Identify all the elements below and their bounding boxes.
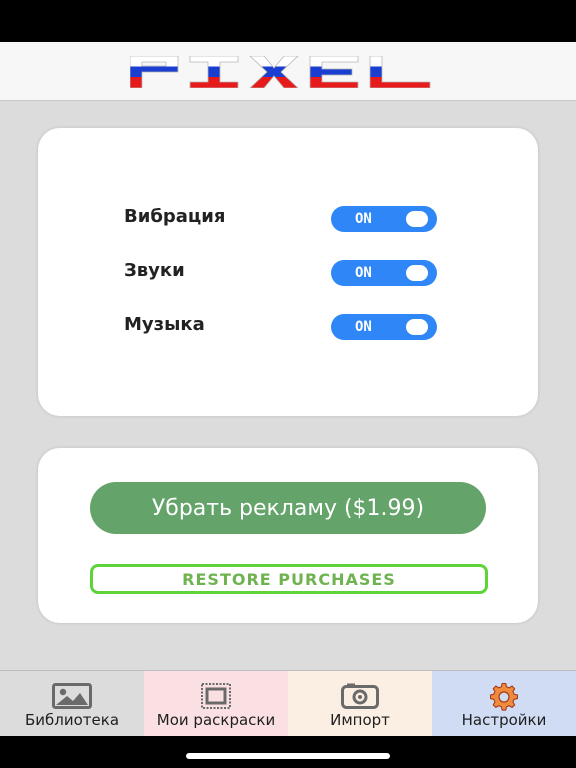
tab-my-colorings[interactable]: Мои раскраски bbox=[144, 671, 288, 737]
sounds-label: Звуки bbox=[124, 260, 185, 281]
toggle-knob bbox=[406, 265, 428, 281]
remove-ads-button[interactable]: Убрать рекламу ($1.99) bbox=[90, 482, 486, 534]
music-toggle[interactable]: ON bbox=[331, 314, 437, 340]
vibration-toggle-state: ON bbox=[355, 211, 372, 227]
music-toggle-state: ON bbox=[355, 319, 372, 335]
tab-settings-label: Настройки bbox=[461, 711, 547, 729]
vibration-toggle[interactable]: ON bbox=[331, 206, 437, 232]
pixel-logo bbox=[130, 56, 431, 88]
restore-purchases-button[interactable]: RESTORE PURCHASES bbox=[90, 564, 488, 594]
sounds-toggle[interactable]: ON bbox=[331, 260, 437, 286]
purchases-card: Убрать рекламу ($1.99) RESTORE PURCHASES bbox=[38, 448, 538, 623]
vibration-label: Вибрация bbox=[124, 206, 226, 227]
tab-import[interactable]: Импорт bbox=[288, 671, 432, 737]
music-label: Музыка bbox=[124, 314, 205, 335]
tab-bar: Библиотека Мои раскраски Импорт Настройк… bbox=[0, 670, 576, 737]
tab-import-label: Импорт bbox=[330, 711, 390, 729]
image-icon bbox=[52, 683, 92, 709]
sounds-toggle-state: ON bbox=[355, 265, 372, 281]
status-bar bbox=[0, 0, 576, 42]
tab-library-label: Библиотека bbox=[24, 711, 120, 729]
home-indicator-area bbox=[0, 736, 576, 768]
toggle-knob bbox=[406, 319, 428, 335]
settings-card: Вибрация ON Звуки ON Музыка ON bbox=[38, 128, 538, 416]
toggle-knob bbox=[406, 211, 428, 227]
tab-my-colorings-label: Мои раскраски bbox=[156, 711, 276, 729]
app-header bbox=[0, 42, 576, 101]
camera-icon bbox=[341, 683, 379, 709]
tab-settings[interactable]: Настройки bbox=[432, 671, 576, 737]
gear-icon bbox=[490, 683, 518, 711]
home-indicator[interactable] bbox=[186, 753, 390, 759]
frame-icon bbox=[201, 683, 231, 709]
tab-library[interactable]: Библиотека bbox=[0, 671, 144, 737]
